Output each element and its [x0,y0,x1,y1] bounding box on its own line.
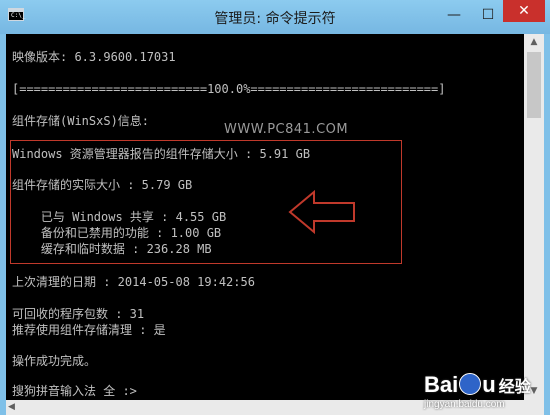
title-bar[interactable]: C:\_ 管理员: 命令提示符 — ☐ ✕ [0,0,550,34]
console-line-prompt: 搜狗拼音输入法 全 :> [12,384,137,398]
baidu-jingyan-logo: Bai u 经验 jingyan.baidu.com [424,372,550,415]
baidu-logo: Bai u 经验 [424,372,531,398]
console-line-reclaimable: 可回收的程序包数 : 31 [12,307,145,321]
scroll-thumb[interactable] [527,52,541,118]
close-button[interactable]: ✕ [503,0,545,22]
baidu-jingyan-label: 经验 [498,377,531,396]
scroll-up-icon[interactable]: ▲ [524,34,544,51]
console-line-progress: [==========================100.0%=======… [12,82,446,96]
arrow-left-icon [288,189,355,235]
minimize-button[interactable]: — [440,4,468,26]
watermark-text: WWW.PC841.COM [224,122,349,137]
console-line-recommend: 推荐使用组件存储清理 : 是 [12,323,166,337]
console-line-winsxs-header: 组件存储(WinSxS)信息: [12,114,150,128]
baidu-url: jingyan.baidu.com [424,399,505,410]
maximize-button[interactable]: ☐ [474,4,502,26]
scroll-left-icon[interactable]: ◀ [8,400,15,415]
baidu-logo-left: Bai [424,372,459,397]
vertical-scrollbar[interactable]: ▲ ▼ [524,34,544,400]
console-line-image-version: 映像版本: 6.3.9600.17031 [12,50,176,64]
console-line-success: 操作成功完成。 [12,354,97,368]
baidu-logo-right: u [482,372,496,397]
cmd-window: C:\_ 管理员: 命令提示符 — ☐ ✕ 映像版本: 6.3.9600.170… [0,0,550,415]
console-line-last-cleanup: 上次清理的日期 : 2014-05-08 19:42:56 [12,275,255,289]
baidu-paw-icon [459,373,482,396]
console-output[interactable]: 映像版本: 6.3.9600.17031 [==================… [6,34,524,400]
